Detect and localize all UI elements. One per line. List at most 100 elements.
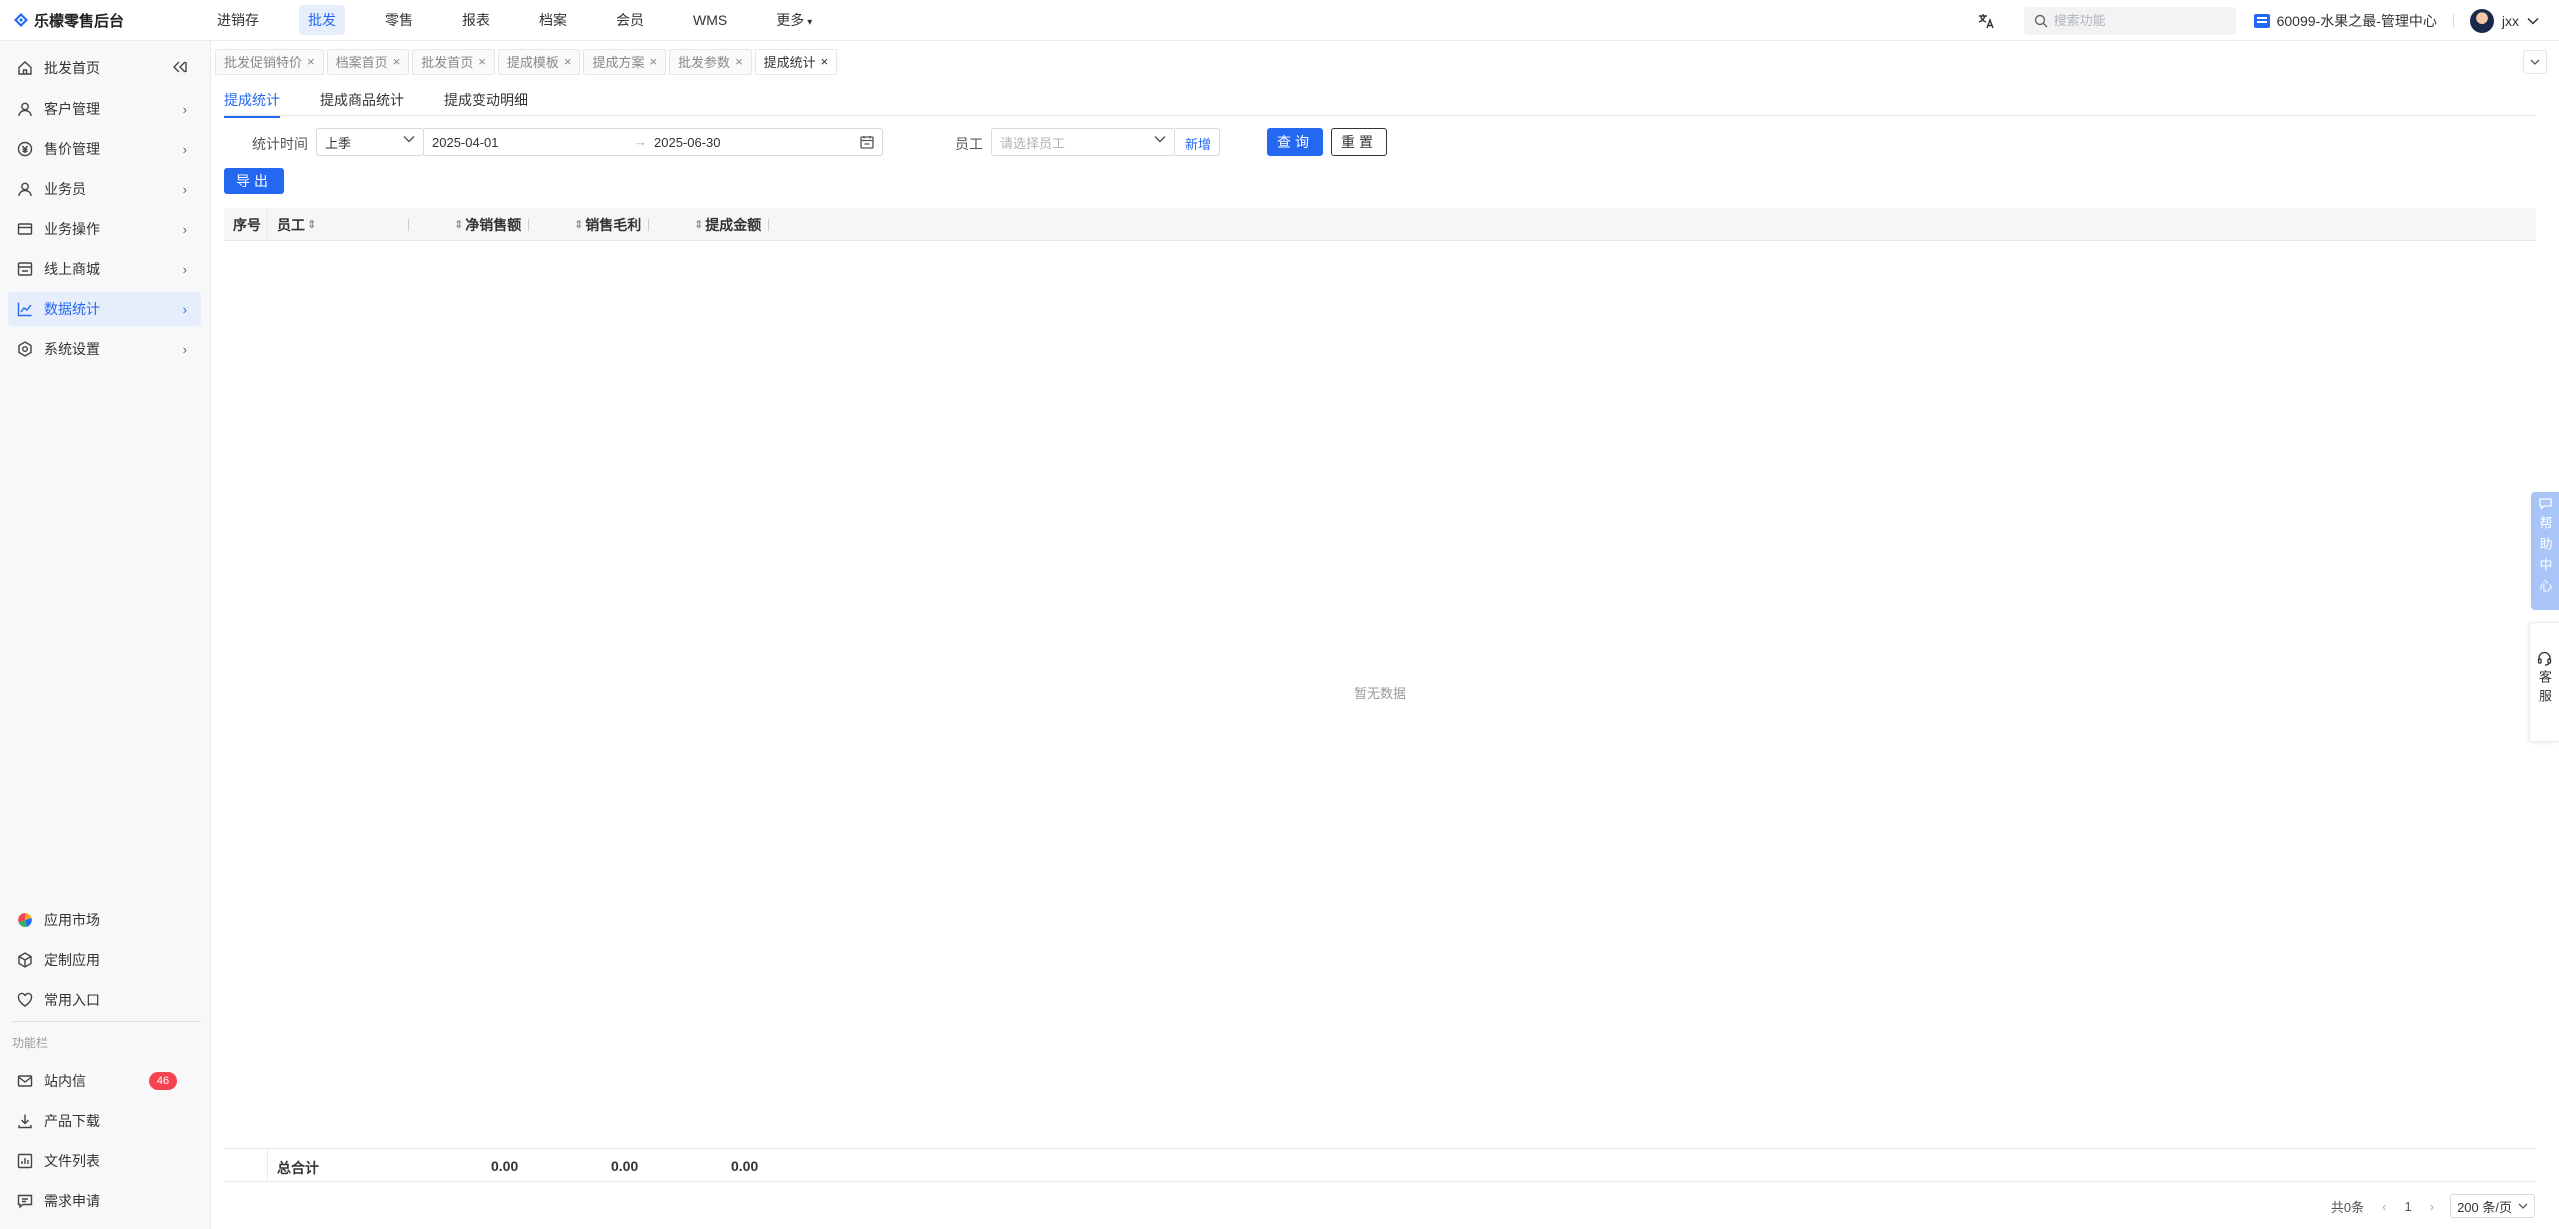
close-icon[interactable]: ×	[393, 54, 401, 69]
nav-item-wms[interactable]: WMS	[684, 7, 736, 33]
page-tab[interactable]: 提成方案 ×	[583, 48, 667, 75]
sidebar-item-requests[interactable]: 需求申请	[8, 1184, 201, 1218]
app-title: 乐檬零售后台	[34, 12, 125, 30]
sort-icon[interactable]: ⇕	[574, 218, 583, 231]
column-divider[interactable]	[528, 219, 529, 231]
sort-icon[interactable]: ⇕	[454, 218, 463, 231]
sort-icon[interactable]: ⇕	[307, 218, 316, 231]
nav-item-archive[interactable]: 档案	[530, 5, 576, 35]
collapse-sidebar-icon[interactable]	[173, 60, 187, 76]
store-name: 60099-水果之最-管理中心	[2276, 12, 2437, 29]
column-header-commission[interactable]: ⇕ 提成金额	[694, 208, 761, 241]
employee-select[interactable]: 请选择员工	[991, 128, 1175, 156]
page-tab[interactable]: 批发促销特价 ×	[215, 48, 324, 75]
date-range-picker[interactable]: 2025-04-01 → 2025-06-30	[423, 128, 883, 156]
sidebar-item-settings[interactable]: 系统设置 ›	[8, 332, 201, 366]
sidebar-item-downloads[interactable]: 产品下载	[8, 1104, 201, 1138]
prev-page-icon[interactable]: ‹	[2382, 1199, 2386, 1214]
end-date: 2025-06-30	[654, 135, 721, 150]
sidebar-item-operations[interactable]: 业务操作 ›	[8, 212, 201, 246]
column-header-employee[interactable]: 员工 ⇕	[277, 208, 316, 241]
page-tab[interactable]: 提成模板 ×	[497, 48, 581, 75]
page-tab[interactable]: 档案首页 ×	[326, 48, 410, 75]
empty-state: 暂无数据	[1353, 686, 1406, 701]
card-icon	[16, 220, 34, 238]
nav-item-inventory[interactable]: 进销存	[208, 5, 268, 35]
top-bar: 乐檬零售后台 进销存 批发 零售 报表 档案 会员 WMS 更多▾ 60099-…	[0, 0, 2559, 41]
gear-icon	[16, 340, 34, 358]
sidebar-item-custom-apps[interactable]: 定制应用	[8, 943, 201, 977]
nav-item-retail[interactable]: 零售	[376, 5, 422, 35]
time-label: 统计时间	[252, 136, 308, 152]
close-icon[interactable]: ×	[564, 54, 572, 69]
user-menu[interactable]: jxx	[2469, 8, 2539, 33]
help-center-tab[interactable]: 帮助中心	[2531, 492, 2559, 610]
close-icon[interactable]: ×	[735, 54, 743, 69]
page-number[interactable]: 1	[2405, 1199, 2412, 1214]
sidebar-item-label: 产品下载	[44, 1113, 100, 1129]
sidebar-item-file-list[interactable]: 文件列表	[8, 1144, 201, 1178]
sidebar-item-pricing[interactable]: 售价管理 ›	[8, 132, 201, 166]
nav-item-wholesale[interactable]: 批发	[299, 5, 345, 35]
column-divider	[267, 208, 268, 241]
sidebar-item-app-market[interactable]: 应用市场	[8, 903, 201, 937]
add-employee-link[interactable]: 新增	[1185, 134, 1211, 153]
close-icon[interactable]: ×	[821, 54, 829, 69]
store-selector[interactable]: 60099-水果之最-管理中心	[2253, 11, 2437, 31]
chevron-down-icon	[2530, 59, 2540, 65]
query-button[interactable]: 查询	[1267, 128, 1323, 156]
customer-service-tab[interactable]: 客服	[2529, 622, 2559, 742]
nav-item-member[interactable]: 会员	[607, 5, 653, 35]
subtab-commission-products[interactable]: 提成商品统计	[320, 90, 404, 116]
sort-icon[interactable]: ⇕	[694, 218, 703, 231]
sidebar-item-label: 批发首页	[44, 60, 100, 76]
reset-button[interactable]: 重置	[1331, 128, 1387, 156]
sidebar-item-statistics[interactable]: 数据统计 ›	[8, 292, 201, 326]
tabs-dropdown-button[interactable]	[2523, 50, 2547, 74]
sidebar-item-label: 系统设置	[44, 341, 100, 357]
export-button[interactable]: 导出	[224, 168, 284, 194]
nav-item-more[interactable]: 更多 ▾	[767, 5, 821, 35]
search-input[interactable]	[2053, 13, 2224, 28]
search-box	[2023, 6, 2236, 35]
pagination: 共0条 ‹ 1 › 200 条/页	[2331, 1194, 2535, 1218]
column-divider[interactable]	[648, 219, 649, 231]
chevron-right-icon: ›	[182, 301, 187, 317]
period-select[interactable]: 上季	[316, 128, 424, 156]
employee-label: 员工	[955, 136, 983, 152]
nav-item-reports[interactable]: 报表	[453, 5, 499, 35]
sidebar-item-customers[interactable]: 客户管理 ›	[8, 92, 201, 126]
translate-icon[interactable]	[1976, 11, 1996, 31]
column-header-gross-profit[interactable]: ⇕ 销售毛利	[574, 208, 641, 241]
subtab-commission-changes[interactable]: 提成变动明细	[444, 90, 528, 116]
column-header-net-sales[interactable]: ⇕ 净销售额	[454, 208, 521, 241]
start-date: 2025-04-01	[432, 135, 499, 150]
column-divider[interactable]	[768, 219, 769, 231]
page-tab-active[interactable]: 提成统计 ×	[754, 48, 838, 75]
heart-icon	[16, 991, 34, 1009]
sidebar-item-label: 数据统计	[44, 301, 100, 317]
sidebar-item-wholesale-home[interactable]: 批发首页	[8, 51, 201, 85]
chevron-down-icon	[2527, 17, 2539, 25]
sidebar-item-online-mall[interactable]: 线上商城 ›	[8, 252, 201, 286]
next-page-icon[interactable]: ›	[2430, 1199, 2434, 1214]
page-tab[interactable]: 批发参数 ×	[669, 48, 752, 75]
close-icon[interactable]: ×	[307, 54, 315, 69]
column-header-index: 序号	[233, 216, 261, 233]
sidebar-item-label: 业务员	[44, 181, 86, 197]
column-divider[interactable]	[408, 219, 409, 231]
cube-icon	[16, 951, 34, 969]
logo-icon	[14, 13, 28, 27]
page-tab[interactable]: 批发首页 ×	[412, 48, 495, 75]
sidebar-item-messages[interactable]: 站内信 46	[8, 1064, 201, 1098]
sidebar-item-favorites[interactable]: 常用入口	[8, 983, 201, 1017]
chevron-right-icon: ›	[182, 141, 187, 157]
chevron-right-icon: ›	[182, 261, 187, 277]
subtab-commission-stats[interactable]: 提成统计	[224, 90, 280, 118]
sidebar-item-salesman[interactable]: 业务员 ›	[8, 172, 201, 206]
user-icon	[16, 100, 34, 118]
close-icon[interactable]: ×	[478, 54, 486, 69]
close-icon[interactable]: ×	[649, 54, 657, 69]
app-logo[interactable]: 乐檬零售后台	[0, 10, 200, 31]
page-size-select[interactable]: 200 条/页	[2450, 1194, 2535, 1218]
